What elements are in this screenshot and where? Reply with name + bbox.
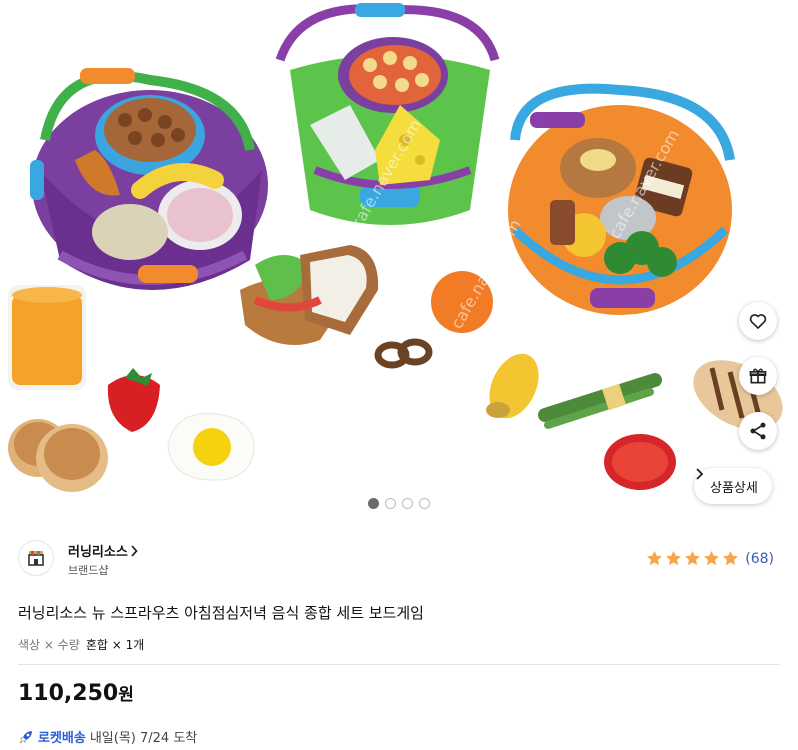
- product-price: 110,250원: [18, 680, 134, 706]
- store-type: 브랜드샵: [68, 564, 109, 577]
- pretzel: [374, 338, 433, 369]
- product-photo: cafe.naver.com cafe.naver.com cafe.naver…: [8, 3, 783, 492]
- star-rating: [645, 549, 740, 568]
- star-icon: [666, 550, 682, 566]
- star-icon: [647, 550, 663, 566]
- rating-summary[interactable]: (68): [645, 549, 774, 568]
- product-option: 색상 × 수량 혼합 × 1개: [18, 636, 144, 653]
- share-icon: [750, 422, 766, 440]
- product-title: 러닝리소스 뉴 스프라우츠 아침점심저녁 음식 종합 세트 보드게임: [18, 604, 424, 622]
- option-value: 혼합 × 1개: [85, 638, 145, 652]
- wishlist-button[interactable]: [739, 302, 777, 340]
- gift-button[interactable]: [739, 357, 777, 395]
- delivery-date: 내일(목) 7/24 도착: [89, 731, 198, 746]
- share-button[interactable]: [739, 412, 777, 450]
- purple-basket: [30, 68, 268, 290]
- divider: [18, 664, 780, 665]
- chevron-right-icon: [696, 468, 704, 480]
- orange-juice-glass: [8, 285, 86, 390]
- star-icon: [723, 550, 739, 566]
- strawberry: [107, 368, 160, 432]
- green-basket: [275, 3, 500, 225]
- grilled-chicken: [693, 360, 783, 430]
- product-detail-label: 상품상세: [710, 480, 758, 496]
- store-row: 러닝리소스 브랜드샵 (68): [18, 540, 780, 580]
- chevron-right-icon: [131, 544, 138, 557]
- corn: [486, 353, 539, 419]
- option-label: 색상 × 수량: [18, 638, 80, 652]
- pancakes: [8, 419, 108, 492]
- rocket-icon: [19, 730, 32, 744]
- fried-egg: [167, 413, 255, 481]
- price-value: 110,250: [18, 681, 119, 706]
- store-name-link[interactable]: 러닝리소스: [68, 541, 138, 560]
- delivery-info: 로켓배송 내일(목) 7/24 도착: [18, 727, 197, 746]
- store-logo[interactable]: [18, 540, 54, 576]
- gallery-pagination: [0, 498, 798, 509]
- price-currency: 원: [118, 685, 134, 705]
- pagination-dot-2[interactable]: [385, 498, 396, 509]
- store-name: 러닝리소스: [68, 545, 128, 560]
- tomato-slice: [604, 434, 676, 490]
- pagination-dot-4[interactable]: [419, 498, 430, 509]
- review-count[interactable]: (68): [745, 551, 774, 567]
- gift-icon: [749, 368, 767, 384]
- orange-basket: [508, 83, 735, 315]
- star-icon: [704, 550, 720, 566]
- asparagus: [538, 373, 662, 429]
- sandwich: [240, 245, 379, 345]
- product-image-gallery[interactable]: cafe.naver.com cafe.naver.com cafe.naver…: [0, 0, 798, 520]
- star-icon: [685, 550, 701, 566]
- store-icon: [28, 551, 44, 566]
- heart-icon: [749, 314, 767, 329]
- pagination-dot-1[interactable]: [368, 498, 379, 509]
- pagination-dot-3[interactable]: [402, 498, 413, 509]
- rocket-delivery-label: 로켓배송: [38, 731, 86, 746]
